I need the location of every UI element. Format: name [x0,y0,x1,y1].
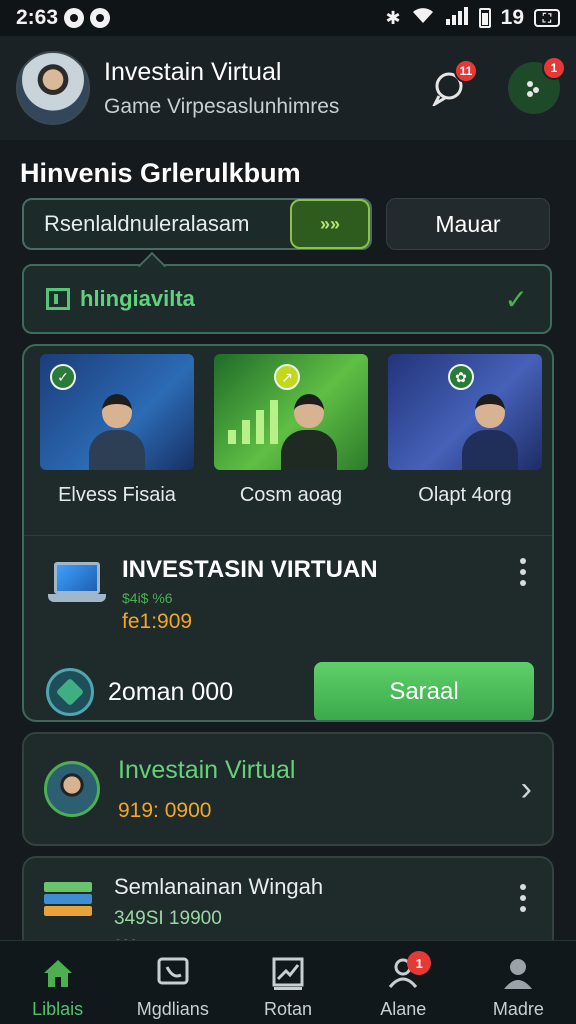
tab-primary[interactable]: Rsenlaldnuleralasam »» [22,198,372,250]
thumbnail-image: ✿ [388,354,542,470]
status-right-text: 19 [500,6,524,29]
check-badge-icon: ✓ [50,364,76,390]
user-group-icon: 1 [385,951,432,991]
chat-icon [157,957,189,985]
forward-chip-button[interactable]: »» [290,199,370,249]
nav-label: Rotan [263,999,313,1019]
status-bar: 2:63 ✱ 19 ⛶ [0,0,576,36]
product-price: fe1:909 [122,610,193,633]
menu-button[interactable]: 1 [508,56,566,114]
list-item-title: Semlanainan Wingah [114,874,324,899]
chart-icon [272,957,304,990]
avatar [44,761,100,817]
leaf-badge-icon: ✿ [448,364,474,390]
action-row: 2oman 000 Saraal [24,634,552,720]
laptop-icon [48,562,108,612]
primary-action-button[interactable]: Saraal [314,662,534,720]
thumbnail-image: ↗ [214,354,368,470]
coin-icon [46,668,94,716]
nav-item-messages[interactable]: Mgdlians [115,941,230,1024]
battery-icon [478,8,491,28]
check-icon: ✓ [504,283,528,315]
thumbnail-item[interactable]: ↗ Cosm aoag [214,354,368,507]
wifi-icon [411,7,435,30]
dropdown-label: hlingiavilta [80,286,195,311]
nav-badge: 1 [407,951,432,975]
person-illustration [89,394,145,470]
bottom-navigation: Liblais Mgdlians Rotan 1 Alane Madre [0,940,576,1024]
product-title: INVESTASIN VIRTUAN [122,556,378,583]
app-subtitle: Game Virpesaslunhimres [104,94,340,118]
section-title: Hinvenis Grlerulkbum [20,158,301,188]
tab-secondary[interactable]: Mauar [386,198,550,250]
tab-row: Rsenlaldnuleralasam »» Mauar [22,198,552,250]
home-icon [43,960,72,987]
app-header: Investain Virtual Game Virpesaslunhimres… [0,36,576,140]
thumbnail-label: Olapt 4org [418,484,512,506]
featured-card: ✓ Elvess Fisaia ↗ Cosm aoag ✿ Olapt 4org… [22,344,554,722]
notification-dot-icon [64,8,85,28]
nav-label: Liblais [32,999,84,1019]
books-icon [44,882,96,926]
notification-badge: 11 [454,59,478,83]
thumbnail-label: Cosm aoag [239,484,343,506]
thumbnail-image: ✓ [40,354,194,470]
list-item-price: 349SI 19900 [114,908,222,929]
thumbnail-item[interactable]: ✿ Olapt 4org [388,354,542,507]
signal-icon [445,6,469,30]
thumbnail-label: Elvess Fisaia [58,484,176,506]
list-item-title: Investain Virtual [118,755,296,784]
product-row[interactable]: INVESTASIN VIRTUAN $4i$ %6 fe1:909 [24,536,552,634]
nav-label: Mgdlians [136,999,209,1019]
person-illustration [461,394,518,470]
notifications-button[interactable]: 11 [426,59,478,111]
tab-primary-label: Rsenlaldnuleralasam [44,211,250,236]
person-illustration [281,394,338,470]
nav-label: Madre [492,999,544,1019]
growth-badge-icon: ↗ [274,364,300,390]
menu-badge: 1 [542,56,566,80]
chevron-right-icon: › [520,769,532,808]
app-notification-icon [90,8,111,28]
nav-item-alerts[interactable]: 1 Alane [346,941,461,1024]
nav-item-profile[interactable]: Madre [461,941,576,1024]
user-avatar[interactable] [16,51,90,125]
screen-record-icon: ⛶ [534,9,560,27]
app-title: Investain Virtual [104,57,282,86]
thumbnail-item[interactable]: ✓ Elvess Fisaia [40,354,194,507]
nav-item-home[interactable]: Liblais [0,941,115,1024]
list-item[interactable]: Investain Virtual 919: 0900 › [22,732,554,846]
nav-label: Alane [380,999,427,1019]
bluetooth-icon: ✱ [385,7,401,28]
thumbnail-row: ✓ Elvess Fisaia ↗ Cosm aoag ✿ Olapt 4org [24,346,552,507]
dots-icon [527,81,539,97]
bar-chart-icon [228,400,278,444]
profile-icon [504,959,533,989]
amount-value: 2oman 000 [108,677,234,706]
filter-icon [46,288,70,310]
more-options-icon[interactable] [520,558,526,586]
more-options-icon[interactable] [520,884,526,912]
product-tag: $4i$ %6 [122,590,173,606]
list-item-price: 919: 0900 [118,798,212,822]
filter-dropdown[interactable]: hlingiavilta ✓ [22,264,552,334]
nav-item-reports[interactable]: Rotan [230,941,345,1024]
status-time: 2:63 [16,6,59,29]
